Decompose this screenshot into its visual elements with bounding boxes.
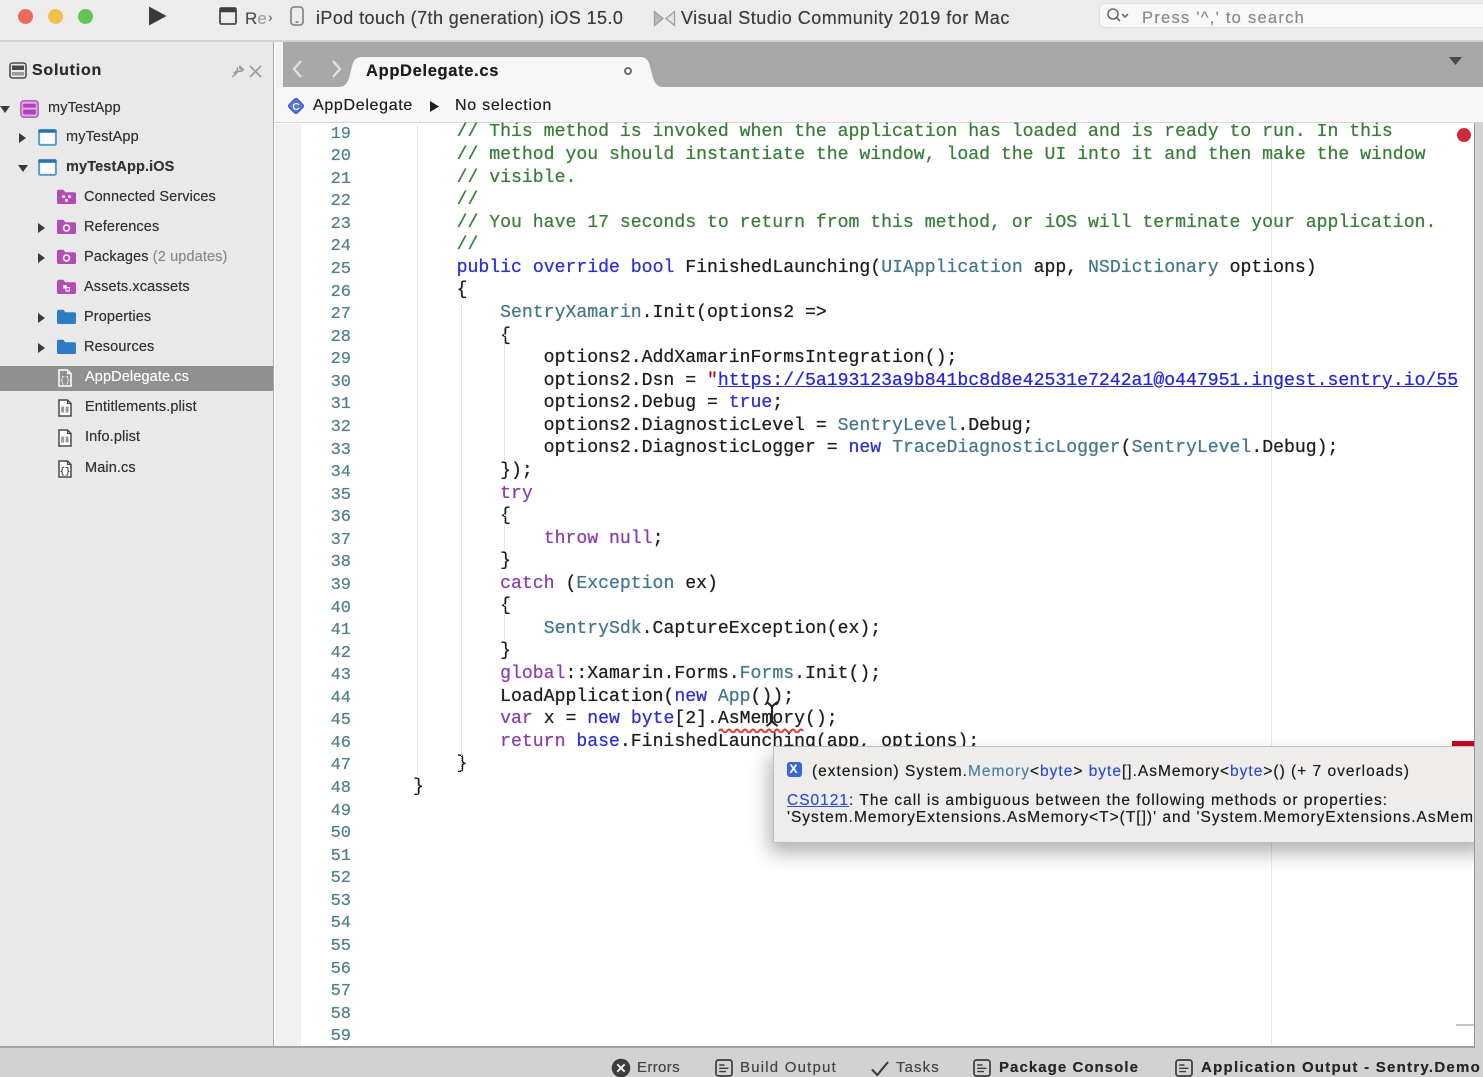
svg-text:C: C <box>292 101 300 113</box>
svg-text:{}: {} <box>60 466 71 476</box>
svg-text:{}: {} <box>60 376 71 386</box>
